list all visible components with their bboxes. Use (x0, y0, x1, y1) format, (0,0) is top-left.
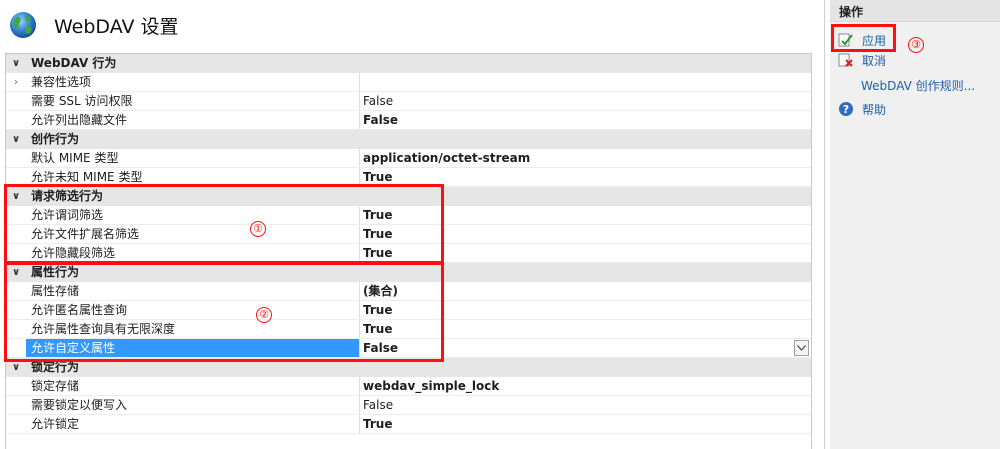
category-property-behavior[interactable]: ∨ 属性行为 (6, 263, 811, 282)
property-name: 允许锁定 (26, 415, 360, 433)
property-row-compat-options[interactable]: › 兼容性选项 (6, 73, 811, 92)
collapse-chevron-icon[interactable]: ∨ (6, 130, 26, 149)
help-action[interactable]: ? 帮助 (830, 99, 886, 119)
dropdown-button[interactable] (794, 340, 809, 356)
annotation-marker-3: ③ (908, 37, 924, 53)
category-request-filtering[interactable]: ∨ 请求筛选行为 (6, 187, 811, 206)
property-name: 允许文件扩展名筛选 (26, 225, 360, 243)
property-name: 允许隐藏段筛选 (26, 244, 360, 262)
property-value[interactable]: True (360, 168, 811, 186)
property-name-selected: 允许自定义属性 (26, 339, 360, 357)
property-row-anonymous-query[interactable]: 允许匿名属性查询 True (6, 301, 811, 320)
property-name: 允许匿名属性查询 (26, 301, 360, 319)
property-value[interactable]: True (360, 320, 811, 338)
authoring-rules-link[interactable]: WebDAV 创作规则... (830, 75, 975, 95)
category-authoring-behavior[interactable]: ∨ 创作行为 (6, 130, 811, 149)
category-webdav-behavior[interactable]: ∨ WebDAV 行为 (6, 54, 811, 73)
property-row-default-mime[interactable]: 默认 MIME 类型 application/octet-stream (6, 149, 811, 168)
category-label: 创作行为 (31, 132, 80, 146)
help-label[interactable]: 帮助 (862, 101, 886, 118)
cancel-action[interactable]: 取消 (830, 50, 886, 70)
svg-text:?: ? (843, 103, 849, 116)
property-row-require-ssl[interactable]: 需要 SSL 访问权限 False (6, 92, 811, 111)
property-grid[interactable]: ∨ WebDAV 行为 › 兼容性选项 需要 SSL 访问权限 False 允许… (5, 53, 812, 449)
property-row-custom-properties[interactable]: 允许自定义属性 False (6, 339, 811, 358)
property-row-allow-locks[interactable]: 允许锁定 True (6, 415, 811, 434)
chevron-down-icon (797, 345, 806, 351)
category-label: 锁定行为 (31, 360, 80, 374)
property-value[interactable]: webdav_simple_lock (360, 377, 811, 395)
apply-action[interactable]: 应用 (830, 30, 886, 50)
property-name: 锁定存储 (26, 377, 360, 395)
property-value[interactable]: (集合) (360, 282, 811, 300)
property-row-allow-unknown-mime[interactable]: 允许未知 MIME 类型 True (6, 168, 811, 187)
property-name: 默认 MIME 类型 (26, 149, 360, 167)
property-name: 允许谓词筛选 (26, 206, 360, 224)
property-value[interactable]: False (360, 92, 811, 110)
apply-check-icon (838, 32, 854, 48)
property-name: 属性存储 (26, 282, 360, 300)
collapse-chevron-icon[interactable]: ∨ (6, 54, 26, 73)
property-value[interactable]: True (360, 415, 811, 433)
annotation-marker-1: ① (250, 221, 266, 237)
property-value-dropdown[interactable]: False (360, 339, 811, 357)
page-title: WebDAV 设置 (54, 16, 179, 38)
authoring-rules-label[interactable]: WebDAV 创作规则... (861, 77, 975, 94)
property-value[interactable]: False (360, 396, 811, 414)
property-row-property-store[interactable]: 属性存储 (集合) (6, 282, 811, 301)
property-row-verb-filtering[interactable]: 允许谓词筛选 True (6, 206, 811, 225)
property-name: 允许列出隐藏文件 (26, 111, 360, 129)
pane-separator[interactable] (824, 0, 825, 449)
cancel-label[interactable]: 取消 (862, 52, 886, 69)
cancel-x-icon (838, 52, 854, 68)
expand-chevron-icon[interactable]: › (6, 73, 26, 91)
property-name: 允许未知 MIME 类型 (26, 168, 360, 186)
property-row-allow-hidden-files[interactable]: 允许列出隐藏文件 False (6, 111, 811, 130)
property-row-lock-store[interactable]: 锁定存储 webdav_simple_lock (6, 377, 811, 396)
category-label: WebDAV 行为 (31, 56, 117, 70)
property-name: 允许属性查询具有无限深度 (26, 320, 360, 338)
globe-icon (10, 12, 36, 38)
property-name: 需要 SSL 访问权限 (26, 92, 360, 110)
collapse-chevron-icon[interactable]: ∨ (6, 358, 26, 377)
property-value[interactable]: True (360, 301, 811, 319)
property-value[interactable]: False (360, 111, 811, 129)
property-name: 需要锁定以便写入 (26, 396, 360, 414)
collapse-chevron-icon[interactable]: ∨ (6, 187, 26, 206)
property-name: 兼容性选项 (26, 73, 360, 91)
property-row-extension-filtering[interactable]: 允许文件扩展名筛选 True (6, 225, 811, 244)
actions-pane: 操作 应用 取消 WebDAV 创作规则... ? 帮助 ③ (830, 0, 1000, 449)
property-value[interactable]: application/octet-stream (360, 149, 811, 167)
category-label: 属性行为 (31, 265, 80, 279)
property-value[interactable]: True (360, 244, 811, 262)
help-icon: ? (838, 101, 854, 117)
category-label: 请求筛选行为 (31, 189, 104, 203)
collapse-chevron-icon[interactable]: ∨ (6, 263, 26, 282)
page-header: WebDAV 设置 (0, 0, 824, 50)
property-value[interactable]: True (360, 206, 811, 224)
apply-label[interactable]: 应用 (862, 32, 886, 49)
property-row-require-lock-write[interactable]: 需要锁定以便写入 False (6, 396, 811, 415)
property-row-hidden-segment-filtering[interactable]: 允许隐藏段筛选 True (6, 244, 811, 263)
property-value[interactable]: True (360, 225, 811, 243)
category-lock-behavior[interactable]: ∨ 锁定行为 (6, 358, 811, 377)
property-value[interactable] (360, 73, 811, 91)
property-row-infinite-depth[interactable]: 允许属性查询具有无限深度 True (6, 320, 811, 339)
annotation-marker-2: ② (256, 307, 272, 323)
actions-header: 操作 (830, 0, 1000, 22)
